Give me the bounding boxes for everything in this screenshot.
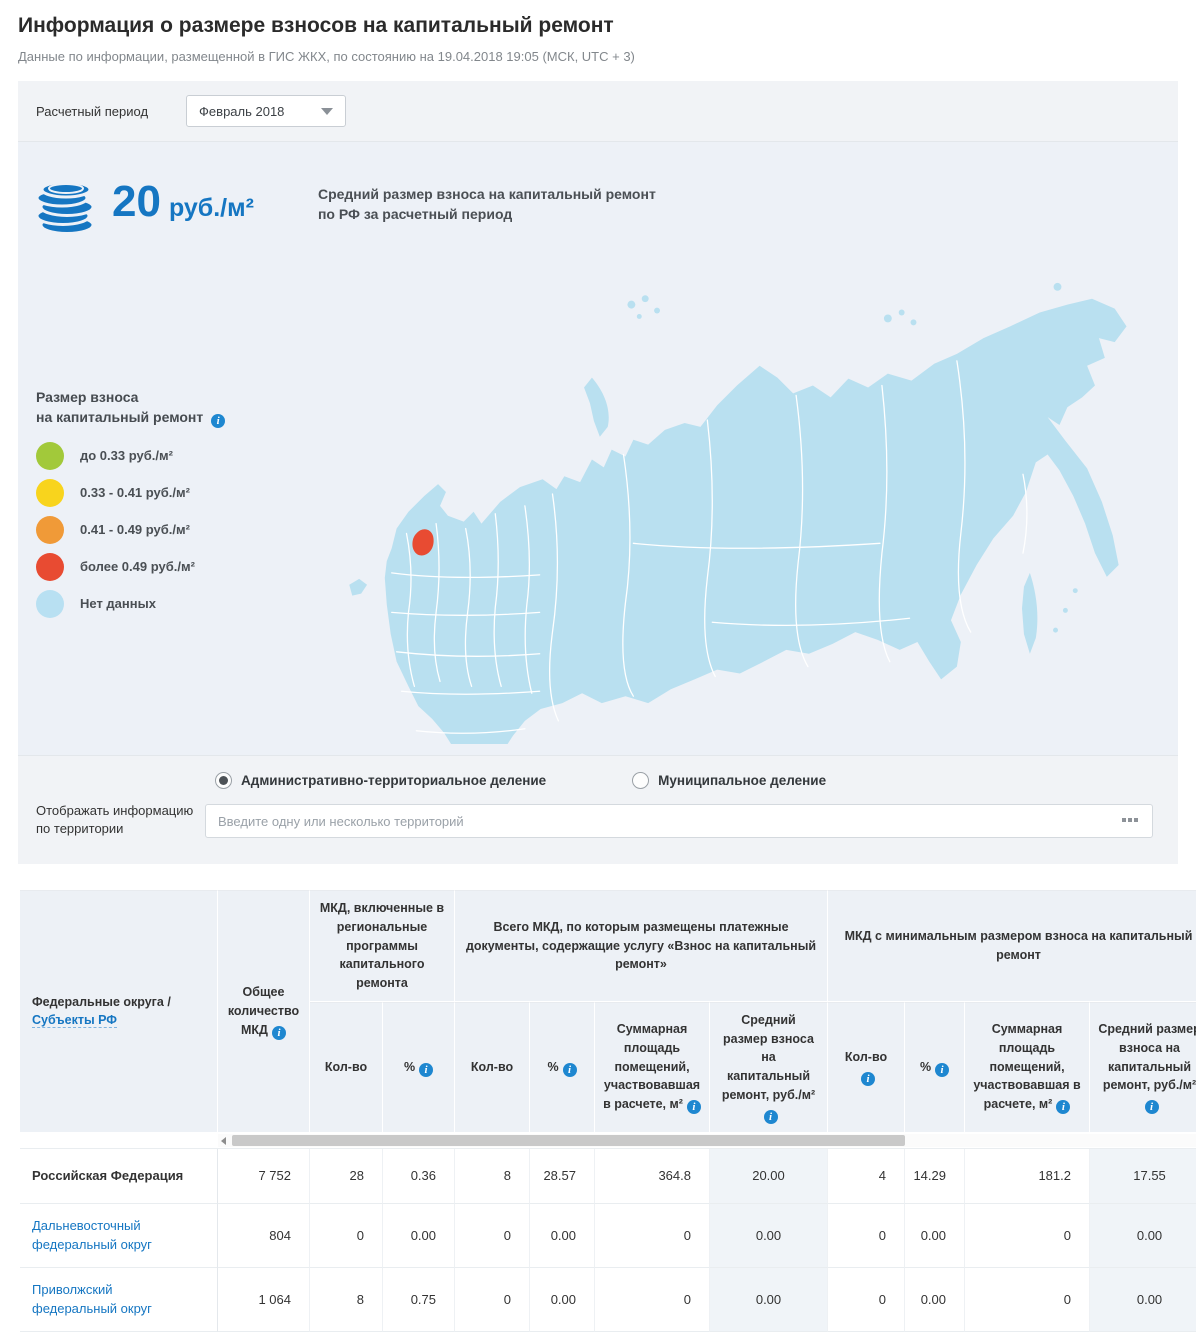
legend-swatch-red	[36, 553, 64, 581]
column-header-pct: %i	[383, 1002, 455, 1133]
average-contribution-description: Средний размер взноса на капитальный рем…	[318, 184, 656, 225]
coins-icon	[36, 178, 96, 236]
info-icon[interactable]: i	[272, 1026, 286, 1040]
column-header-qty: Кол-воi	[828, 1002, 905, 1133]
group-header-minimal-contribution: МКД с минимальным размером взноса на кап…	[828, 890, 1196, 1002]
info-icon[interactable]: i	[1145, 1100, 1159, 1114]
column-header-area: Суммарная площадь помещений, участвовавш…	[595, 1002, 710, 1133]
legend-item: Нет данных	[36, 590, 286, 618]
column-header-qty: Кол-во	[310, 1002, 383, 1133]
horizontal-scrollbar[interactable]	[218, 1134, 1196, 1147]
column-header-pct: %i	[905, 1002, 965, 1133]
legend-item: до 0.33 руб./м²	[36, 442, 286, 470]
table-row: Приволжский федеральный округ 1 064 8 0.…	[20, 1268, 1196, 1332]
average-contribution-value: 20	[112, 180, 161, 224]
period-select-value: Февраль 2018	[199, 104, 284, 119]
legend-swatch-orange	[36, 516, 64, 544]
radio-municipal-division-label: Муниципальное деление	[658, 773, 826, 788]
info-icon[interactable]: i	[1056, 1100, 1070, 1114]
legend-swatch-yellow	[36, 479, 64, 507]
legend-item: более 0.49 руб./м²	[36, 553, 286, 581]
table-row: Дальневосточный федеральный округ 804 0 …	[20, 1204, 1196, 1268]
russia-map[interactable]	[298, 244, 1166, 744]
column-header-pct: %i	[530, 1002, 595, 1133]
legend-item: 0.33 - 0.41 руб./м²	[36, 479, 286, 507]
average-contribution-unit: руб./м²	[169, 194, 254, 223]
info-icon[interactable]: i	[861, 1072, 875, 1086]
scroll-left-icon[interactable]	[221, 1137, 226, 1145]
legend-swatch-green	[36, 442, 64, 470]
scrollbar-thumb[interactable]	[232, 1135, 905, 1146]
group-header-payment-documents: Всего МКД, по которым размещены платежны…	[455, 890, 828, 1002]
column-header-total-mkd: Общее количество МКДi	[218, 890, 310, 1133]
map-legend: Размер взноса на капитальный ремонт i до…	[36, 388, 286, 618]
row-link-far-eastern-district[interactable]: Дальневосточный федеральный округ	[32, 1218, 152, 1253]
info-icon[interactable]: i	[935, 1063, 949, 1077]
info-icon[interactable]: i	[563, 1063, 577, 1077]
main-panel: Расчетный период Февраль 2018 20 руб./м²	[18, 81, 1178, 864]
info-icon[interactable]: i	[764, 1110, 778, 1124]
territory-band: Административно-территориальное деление …	[18, 755, 1178, 864]
page-subtitle: Данные по информации, размещенной в ГИС …	[18, 49, 1196, 64]
page-title: Информация о размере взносов на капиталь…	[18, 14, 1196, 38]
group-header-regional-programs: МКД, включенные в региональные программы…	[310, 890, 455, 1002]
territory-input-label: Отображать информацию по территории	[36, 802, 212, 838]
column-header-avg: Средний размер взноса на капитальный рем…	[710, 1002, 828, 1133]
legend-item: 0.41 - 0.49 руб./м²	[36, 516, 286, 544]
map-band: 20 руб./м² Средний размер взноса на капи…	[18, 142, 1178, 755]
territory-picker-icon[interactable]	[1122, 818, 1138, 822]
info-icon[interactable]: i	[211, 414, 225, 428]
territory-search-input[interactable]	[205, 804, 1153, 838]
table-row: Российская Федерация 7 752 28 0.36 8 28.…	[20, 1149, 1196, 1204]
legend-title: Размер взноса на капитальный ремонт i	[36, 388, 286, 428]
period-label: Расчетный период	[36, 104, 148, 119]
subjects-rf-link[interactable]: Субъекты РФ	[32, 1013, 117, 1028]
radio-administrative-division[interactable]	[215, 772, 232, 789]
radio-municipal-division[interactable]	[632, 772, 649, 789]
period-band: Расчетный период Февраль 2018	[18, 81, 1178, 142]
column-header-avg: Средний размер взноса на капитальный рем…	[1090, 1002, 1196, 1133]
column-header-qty: Кол-во	[455, 1002, 530, 1133]
row-link-volga-district[interactable]: Приволжский федеральный округ	[32, 1282, 152, 1317]
legend-swatch-nodata	[36, 590, 64, 618]
column-header-area: Суммарная площадь помещений, участвовавш…	[965, 1002, 1090, 1133]
radio-administrative-division-label: Административно-территориальное деление	[241, 773, 546, 788]
average-contribution-stat: 20 руб./м² Средний размер взноса на капи…	[36, 178, 656, 236]
period-select[interactable]: Февраль 2018	[186, 95, 346, 127]
info-icon[interactable]: i	[687, 1100, 701, 1114]
row-label-russia: Российская Федерация	[20, 1149, 218, 1204]
regions-table: Федеральные округа / Субъекты РФ Общее к…	[20, 890, 1196, 1332]
chevron-down-icon	[321, 108, 333, 115]
column-header-region: Федеральные округа / Субъекты РФ	[20, 890, 218, 1133]
info-icon[interactable]: i	[419, 1063, 433, 1077]
